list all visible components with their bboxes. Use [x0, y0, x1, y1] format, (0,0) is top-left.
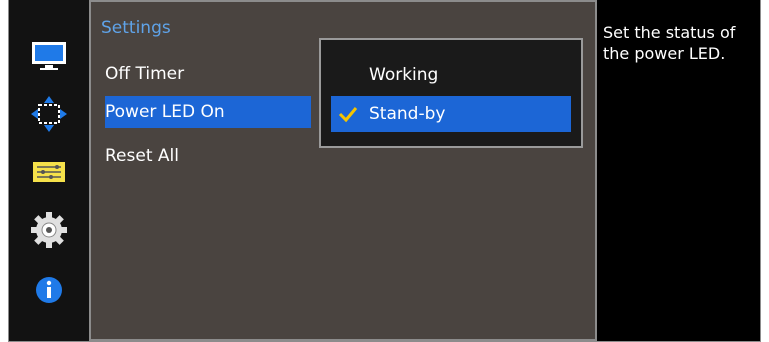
description-panel: Set the status of the power LED. — [597, 0, 760, 341]
settings-panel: Settings Off Timer Power LED On Reset Al… — [89, 0, 597, 341]
info-icon[interactable] — [29, 270, 69, 310]
description-text: Set the status of the power LED. — [603, 23, 736, 63]
option-working[interactable]: Working — [331, 57, 571, 93]
checkmark-icon — [337, 96, 359, 132]
page-title: Settings — [101, 18, 171, 38]
icon-sidebar — [9, 0, 89, 341]
menu-item-off-timer[interactable]: Off Timer — [105, 58, 184, 90]
menu-item-reset-all[interactable]: Reset All — [105, 140, 179, 172]
menu-item-power-led-on[interactable]: Power LED On — [105, 96, 311, 128]
picture-icon[interactable] — [29, 36, 69, 76]
osd-window: Settings Off Timer Power LED On Reset Al… — [8, 0, 761, 342]
adjust-sliders-icon[interactable] — [29, 152, 69, 192]
option-stand-by[interactable]: Stand-by — [331, 96, 571, 132]
gear-icon[interactable] — [29, 210, 69, 250]
position-icon[interactable] — [29, 94, 69, 134]
power-led-dropdown: Working Stand-by — [319, 38, 583, 148]
